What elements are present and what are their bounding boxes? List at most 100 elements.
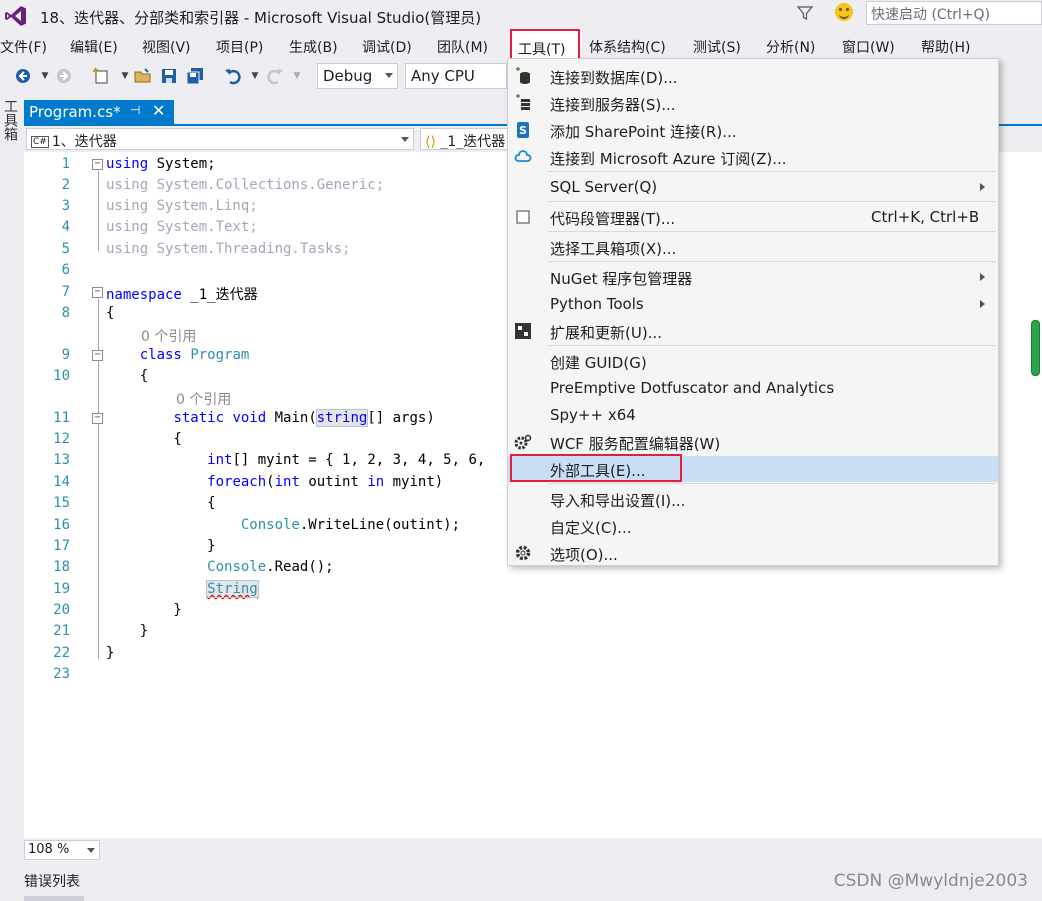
new-project-icon[interactable] xyxy=(92,67,110,85)
code-line: using System.Collections.Generic; xyxy=(106,177,385,193)
menu-item-options[interactable]: 选项(O)... xyxy=(508,540,998,566)
menu-item-customize[interactable]: 自定义(C)... xyxy=(508,513,998,539)
close-icon[interactable]: ✕ xyxy=(152,101,165,120)
new-dropdown-icon[interactable]: ▼ xyxy=(116,67,134,85)
code-line: } xyxy=(106,645,115,661)
menu-test[interactable]: 测试(S) xyxy=(693,37,741,57)
menu-item-choose-toolbox-items[interactable]: 选择工具箱项(X)... xyxy=(508,234,998,260)
menu-help[interactable]: 帮助(H) xyxy=(921,37,970,57)
checkbox-icon xyxy=(516,210,530,224)
menu-separator xyxy=(548,483,996,484)
line-number: 15 xyxy=(53,495,70,511)
platform-select[interactable]: Any CPU xyxy=(405,63,507,89)
menu-item-add-sharepoint[interactable]: S 添加 SharePoint 连接(R)... xyxy=(508,117,998,143)
collapse-toggle[interactable]: − xyxy=(92,159,103,170)
collapse-toggle[interactable]: − xyxy=(92,413,103,424)
menu-item-extensions-updates[interactable]: 扩展和更新(U)... xyxy=(508,318,998,344)
back-dropdown-icon[interactable]: ▼ xyxy=(36,67,54,85)
menu-item-connect-database[interactable]: 连接到数据库(D)... xyxy=(508,63,998,89)
line-number: 18 xyxy=(53,559,70,575)
menu-separator xyxy=(548,171,996,172)
project-select[interactable]: C# 1、迭代器 xyxy=(26,128,414,150)
menu-item-python-tools[interactable]: Python Tools xyxy=(508,291,998,317)
menu-item-spy-plus-plus[interactable]: Spy++ x64 xyxy=(508,402,998,428)
forward-icon[interactable] xyxy=(55,67,73,85)
menu-item-connect-server[interactable]: 连接到服务器(S)... xyxy=(508,90,998,116)
line-number: 17 xyxy=(53,538,70,554)
line-number: 2 xyxy=(61,177,70,193)
reference-count-lens[interactable]: 0 个引用 xyxy=(141,326,196,346)
undo-dropdown-icon[interactable]: ▼ xyxy=(246,67,264,85)
extensions-icon xyxy=(515,323,531,339)
menu-item-import-export-settings[interactable]: 导入和导出设置(I)... xyxy=(508,486,998,512)
svg-text:S: S xyxy=(519,124,527,137)
code-line: static void Main(string[] args) xyxy=(173,409,435,427)
save-icon[interactable] xyxy=(160,67,178,85)
open-file-icon[interactable] xyxy=(134,67,152,85)
collapse-toggle[interactable]: − xyxy=(92,350,103,361)
menu-analyze[interactable]: 分析(N) xyxy=(766,37,815,57)
code-line: { xyxy=(106,368,149,384)
pin-icon[interactable]: ⊣ xyxy=(130,103,140,117)
code-line: } xyxy=(106,602,182,618)
code-line: } xyxy=(106,623,149,639)
csharp-project-icon: C# xyxy=(31,136,49,148)
menu-edit[interactable]: 编辑(E) xyxy=(70,37,118,57)
back-icon[interactable] xyxy=(14,67,32,85)
menu-build[interactable]: 生成(B) xyxy=(289,37,338,57)
code-line: int[] myint = { 1, 2, 3, 4, 5, 6, xyxy=(207,452,486,468)
vertical-scrollbar-thumb[interactable] xyxy=(1031,320,1040,376)
redo-dropdown-icon[interactable]: ▼ xyxy=(288,67,306,85)
menu-item-dotfuscator[interactable]: PreEmptive Dotfuscator and Analytics xyxy=(508,375,998,401)
gear-icon xyxy=(515,545,531,561)
menu-architecture[interactable]: 体系结构(C) xyxy=(589,37,666,57)
code-line: using System; xyxy=(106,156,216,172)
chevron-down-icon xyxy=(401,137,409,142)
zoom-value: 108 % xyxy=(28,842,70,857)
zoom-select[interactable]: 108 % xyxy=(24,840,100,860)
menu-item-connect-azure[interactable]: 连接到 Microsoft Azure 订阅(Z)... xyxy=(508,144,998,170)
code-line: using System.Threading.Tasks; xyxy=(106,241,351,257)
tab-program-cs[interactable]: Program.cs* ⊣ ✕ xyxy=(24,100,174,124)
redo-icon[interactable] xyxy=(266,67,284,85)
menu-item-code-snippets-manager[interactable]: 代码段管理器(T)... Ctrl+K, Ctrl+B xyxy=(508,204,998,230)
menu-item-wcf-config-editor[interactable]: WCF 服务配置编辑器(W) xyxy=(508,429,998,455)
menu-item-nuget[interactable]: NuGet 程序包管理器 xyxy=(508,264,998,290)
toolbox-rail-tab[interactable]: 工具箱 xyxy=(0,95,20,155)
code-line: Console.Read(); xyxy=(207,559,334,575)
solution-config-select[interactable]: Debug xyxy=(317,63,398,89)
quick-launch-input[interactable]: 快速启动 (Ctrl+Q) xyxy=(866,1,1042,25)
code-line: class Program xyxy=(139,347,250,363)
menu-separator xyxy=(548,231,996,232)
collapse-toggle[interactable]: − xyxy=(92,287,103,298)
code-line: } xyxy=(106,538,216,554)
menu-team[interactable]: 团队(M) xyxy=(437,37,488,57)
menu-separator xyxy=(548,345,996,346)
line-number: 1 xyxy=(61,156,70,172)
menu-item-create-guid[interactable]: 创建 GUID(G) xyxy=(508,348,998,374)
menu-tools[interactable]: 工具(T) xyxy=(510,29,580,59)
window-title: 18、迭代器、分部类和索引器 - Microsoft Visual Studio… xyxy=(40,9,482,27)
menu-debug[interactable]: 调试(D) xyxy=(362,37,412,57)
menu-file[interactable]: 文件(F) xyxy=(0,37,47,57)
chevron-down-icon xyxy=(87,848,95,853)
tab-label: Program.cs* xyxy=(29,103,121,121)
menu-item-sql-server[interactable]: SQL Server(Q) xyxy=(508,174,998,200)
chevron-down-icon xyxy=(385,73,393,78)
azure-cloud-icon xyxy=(514,150,532,162)
submenu-arrow-icon xyxy=(980,183,985,191)
feedback-filter-icon[interactable] xyxy=(796,4,814,22)
menu-project[interactable]: 项目(P) xyxy=(216,37,263,57)
database-connect-icon xyxy=(516,67,530,84)
save-all-icon[interactable] xyxy=(186,67,204,85)
line-number: 11 xyxy=(53,410,70,426)
menu-view[interactable]: 视图(V) xyxy=(142,37,191,57)
line-number: 23 xyxy=(53,666,70,682)
feedback-smiley-icon[interactable] xyxy=(835,3,853,21)
project-select-value: 1、迭代器 xyxy=(51,134,117,150)
line-number: 22 xyxy=(53,645,70,661)
menu-window[interactable]: 窗口(W) xyxy=(842,37,895,57)
tab-error-list[interactable]: 错误列表 xyxy=(24,871,80,891)
undo-icon[interactable] xyxy=(224,67,242,85)
reference-count-lens[interactable]: 0 个引用 xyxy=(176,389,231,409)
